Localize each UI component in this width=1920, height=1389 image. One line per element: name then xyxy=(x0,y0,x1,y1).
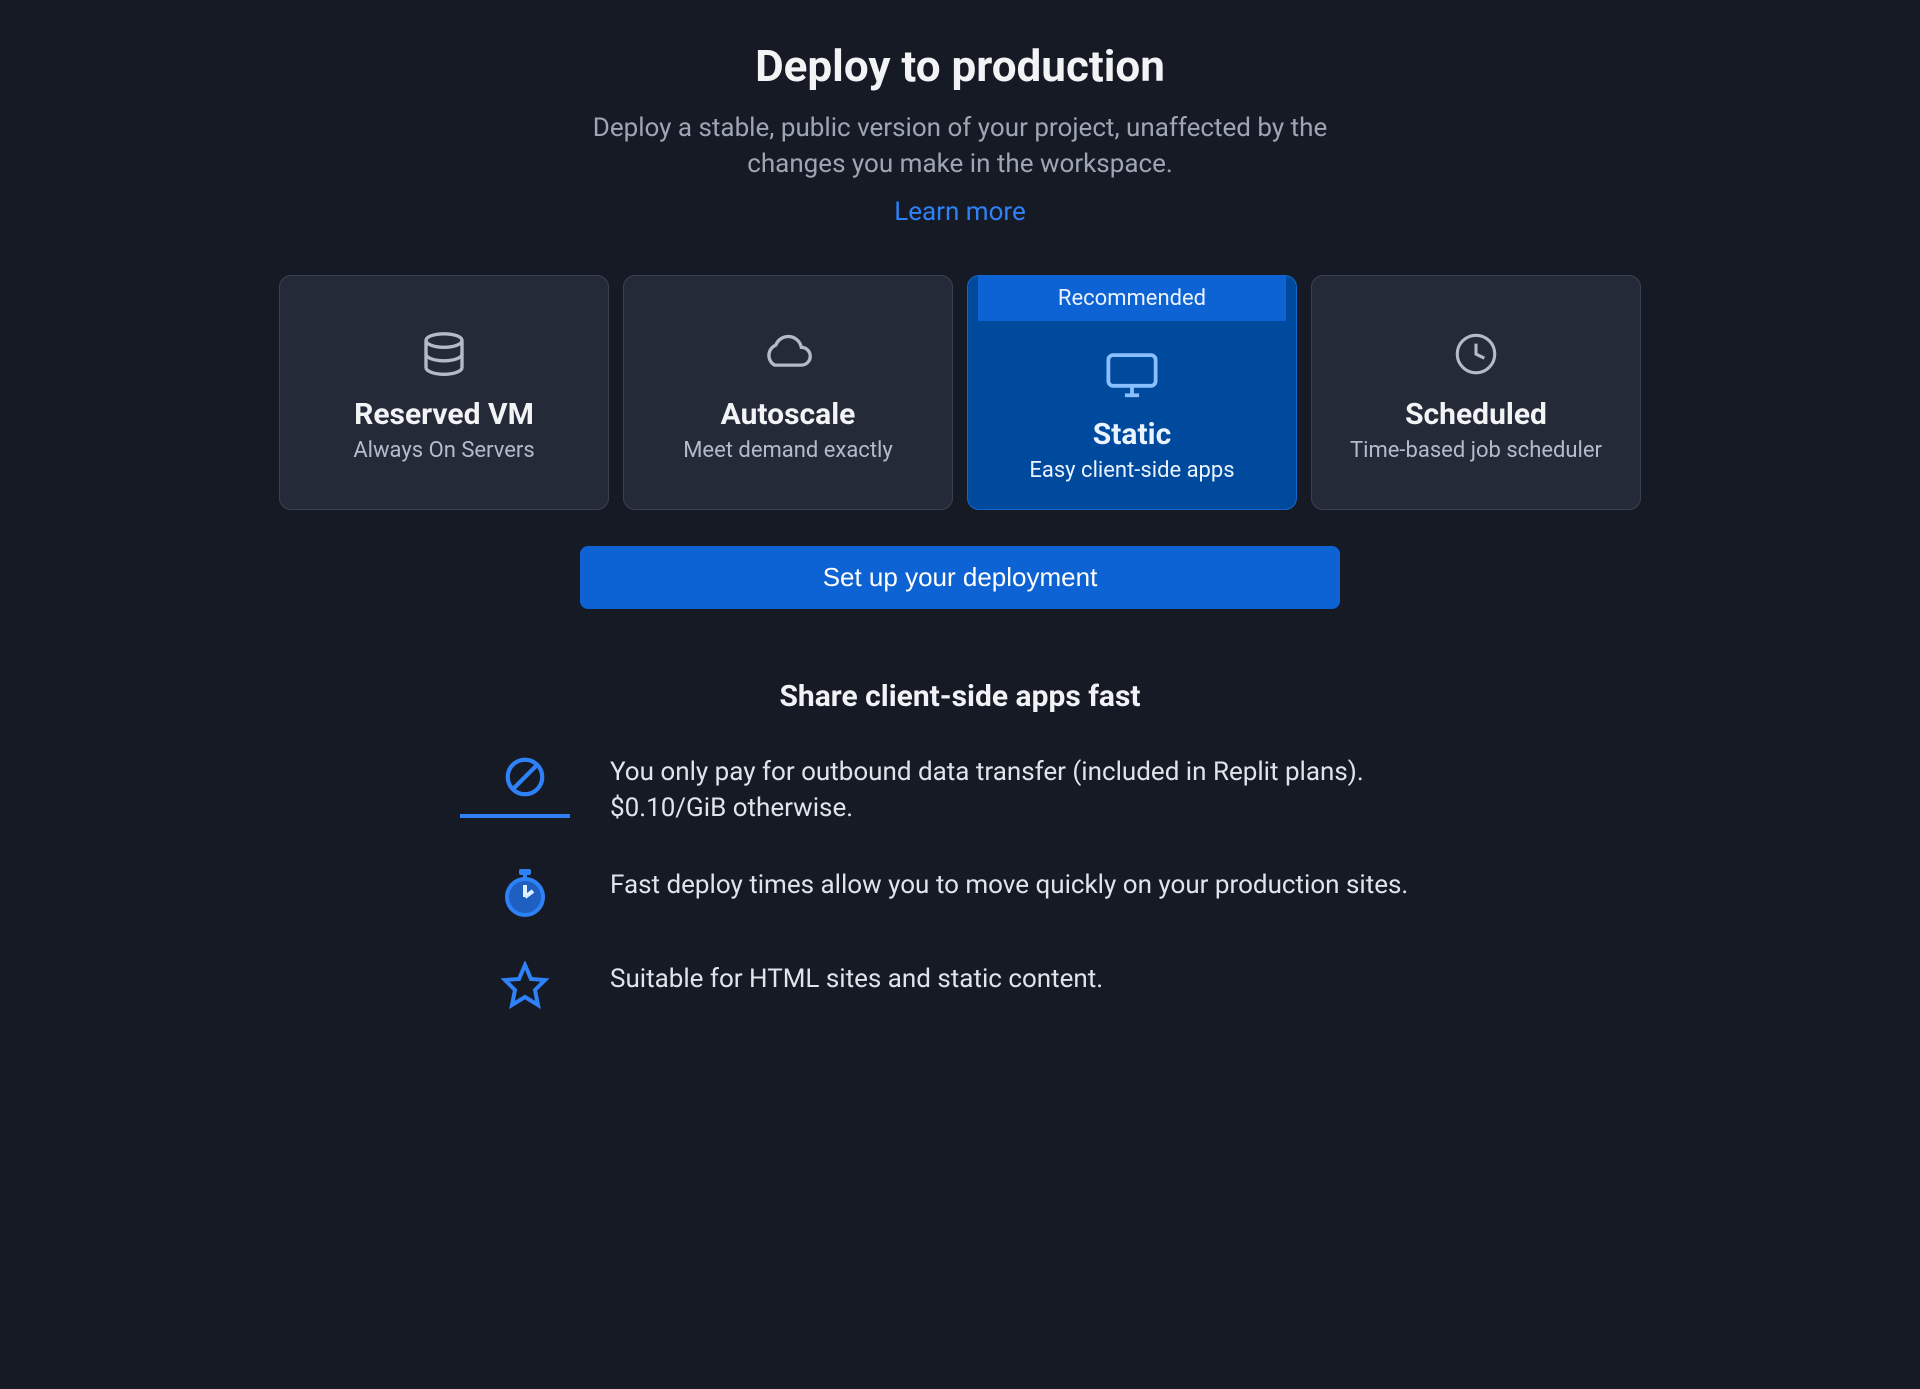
page-title: Deploy to production xyxy=(755,40,1165,92)
star-icon xyxy=(490,961,560,1009)
no-cost-icon xyxy=(490,754,560,818)
feature-text: Suitable for HTML sites and static conte… xyxy=(610,961,1103,997)
option-reserved-vm[interactable]: Reserved VM Always On Servers xyxy=(279,275,609,510)
feature-text: You only pay for outbound data transfer … xyxy=(610,754,1430,827)
feature-item: Suitable for HTML sites and static conte… xyxy=(490,961,1430,1009)
option-title: Static xyxy=(1093,417,1171,452)
features-heading: Share client-side apps fast xyxy=(490,679,1430,714)
option-autoscale[interactable]: Autoscale Meet demand exactly xyxy=(623,275,953,510)
option-desc: Time-based job scheduler xyxy=(1350,438,1602,463)
option-title: Reserved VM xyxy=(354,397,534,432)
accent-underline xyxy=(460,814,570,818)
stopwatch-icon xyxy=(490,867,560,921)
monitor-icon xyxy=(1103,345,1161,403)
clock-icon xyxy=(1451,325,1501,383)
setup-deployment-button[interactable]: Set up your deployment xyxy=(580,546,1340,609)
database-icon xyxy=(417,325,471,383)
features-section: Share client-side apps fast You only pay… xyxy=(490,679,1430,1049)
deployment-options: Reserved VM Always On Servers Autoscale … xyxy=(279,275,1641,510)
option-desc: Always On Servers xyxy=(353,438,534,463)
option-static[interactable]: Recommended Static Easy client-side apps xyxy=(967,275,1297,510)
learn-more-link[interactable]: Learn more xyxy=(894,197,1026,227)
recommended-badge: Recommended xyxy=(978,276,1286,321)
option-desc: Easy client-side apps xyxy=(1029,458,1234,483)
feature-text: Fast deploy times allow you to move quic… xyxy=(610,867,1408,903)
option-desc: Meet demand exactly xyxy=(683,438,893,463)
option-scheduled[interactable]: Scheduled Time-based job scheduler xyxy=(1311,275,1641,510)
option-title: Autoscale xyxy=(721,397,856,432)
cloud-icon xyxy=(761,325,815,383)
option-title: Scheduled xyxy=(1405,397,1547,432)
page-subtitle: Deploy a stable, public version of your … xyxy=(550,110,1370,183)
feature-item: You only pay for outbound data transfer … xyxy=(490,754,1430,827)
feature-item: Fast deploy times allow you to move quic… xyxy=(490,867,1430,921)
